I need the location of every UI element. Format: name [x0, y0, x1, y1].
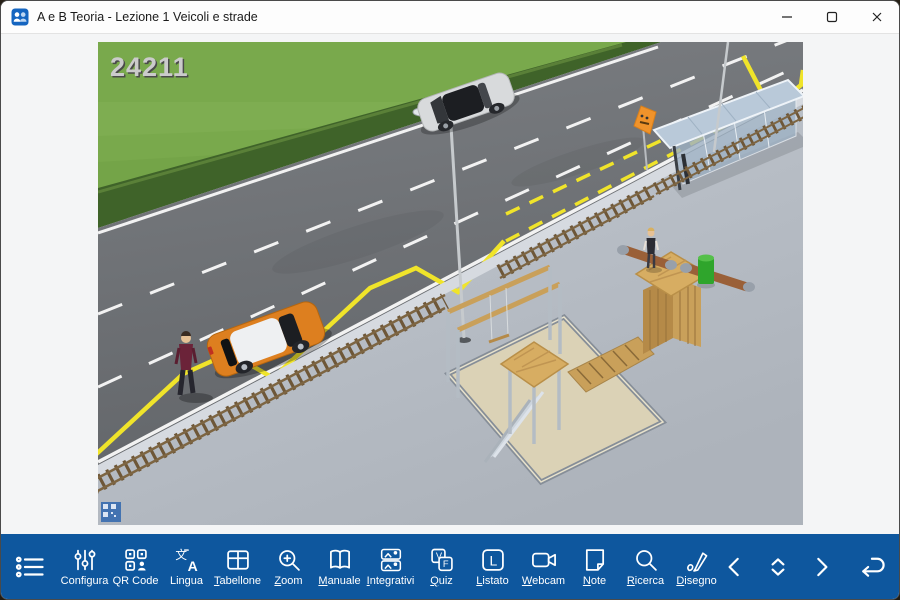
note-icon	[581, 546, 609, 574]
close-button[interactable]	[854, 1, 899, 33]
titlebar: A e B Teoria - Lezione 1 Veicoli e strad…	[1, 1, 899, 34]
letter-l-icon: L	[479, 546, 507, 574]
svg-text:F: F	[442, 559, 448, 569]
search-icon	[632, 546, 660, 574]
translate-icon: 文 A	[173, 546, 201, 574]
toolbar-item-listato[interactable]: L Listato	[467, 544, 518, 589]
return-arrow-icon	[857, 554, 889, 580]
svg-text:24211: 24211	[110, 52, 189, 82]
app-window: A e B Teoria - Lezione 1 Veicoli e strad…	[0, 0, 900, 600]
toolbar-item-note[interactable]: Note	[569, 544, 620, 589]
qr-watermark	[101, 502, 121, 522]
trash-can	[697, 255, 715, 289]
toolbar-item-label: Lingua	[170, 575, 203, 587]
toolbar-item-label: Ricerca	[627, 575, 664, 587]
lesson-image: S	[98, 42, 803, 525]
app-icon	[11, 8, 29, 26]
desktop-backdrop: A e B Teoria - Lezione 1 Veicoli e strad…	[0, 0, 900, 600]
minimize-button[interactable]	[764, 1, 809, 33]
pen-icon	[683, 546, 711, 574]
images-icon	[377, 546, 405, 574]
image-number: 24211 24211	[110, 52, 190, 84]
toolbar-item-label: Note	[583, 575, 606, 587]
toolbar-item-label: Manuale	[318, 575, 360, 587]
toolbar-item-zoom[interactable]: Zoom	[263, 544, 314, 589]
sliders-icon	[71, 546, 99, 574]
toolbar-item-manuale[interactable]: Manuale	[314, 544, 365, 589]
svg-text:L: L	[489, 552, 497, 568]
lesson-content-area: S	[1, 34, 899, 534]
chevron-double-vertical-icon	[765, 554, 791, 580]
chevron-right-icon	[808, 554, 834, 580]
maximize-button[interactable]	[809, 1, 854, 33]
bottom-toolbar: Configura QR Code 文 A	[1, 534, 899, 599]
book-icon	[326, 546, 354, 574]
toolbar-item-label: Zoom	[274, 575, 302, 587]
toolbar-item-label: Quiz	[430, 575, 453, 587]
toolbar-item-label: Configura	[61, 575, 109, 587]
svg-text:A: A	[187, 558, 197, 574]
next-button[interactable]	[808, 554, 834, 580]
toolbar-item-label: Webcam	[522, 575, 565, 587]
toolbar-item-qr-code[interactable]: QR Code	[110, 544, 161, 589]
chevron-left-icon	[722, 554, 748, 580]
toolbar-item-integrativi[interactable]: Integrativi	[365, 544, 416, 589]
menu-button[interactable]	[13, 552, 47, 582]
toolbar-item-ricerca[interactable]: Ricerca	[620, 544, 671, 589]
toolbar-item-configura[interactable]: Configura	[59, 544, 110, 589]
window-controls	[764, 1, 899, 33]
toolbar-item-label: Tabellone	[214, 575, 261, 587]
toolbar-navigation	[722, 554, 893, 580]
toolbar-item-label: Integrativi	[367, 575, 415, 587]
toolbar-item-webcam[interactable]: Webcam	[518, 544, 569, 589]
true-false-icon: V F	[428, 546, 456, 574]
toolbar-item-label: Listato	[476, 575, 508, 587]
window-title: A e B Teoria - Lezione 1 Veicoli e strad…	[37, 10, 258, 24]
toolbar-item-label: QR Code	[113, 575, 159, 587]
zoom-in-icon	[275, 546, 303, 574]
toolbar-item-quiz[interactable]: V F Quiz	[416, 544, 467, 589]
list-menu-icon	[13, 552, 47, 582]
toolbar-item-disegno[interactable]: Disegno	[671, 544, 722, 589]
previous-button[interactable]	[722, 554, 748, 580]
toolbar-item-lingua[interactable]: 文 A Lingua	[161, 544, 212, 589]
return-button[interactable]	[857, 554, 889, 580]
grid-icon	[224, 546, 252, 574]
toolbar-item-label: Disegno	[676, 575, 716, 587]
webcam-icon	[530, 546, 558, 574]
qr-code-icon	[122, 546, 150, 574]
toolbar-item-tabellone[interactable]: Tabellone	[212, 544, 263, 589]
expand-collapse-button[interactable]	[765, 554, 791, 580]
